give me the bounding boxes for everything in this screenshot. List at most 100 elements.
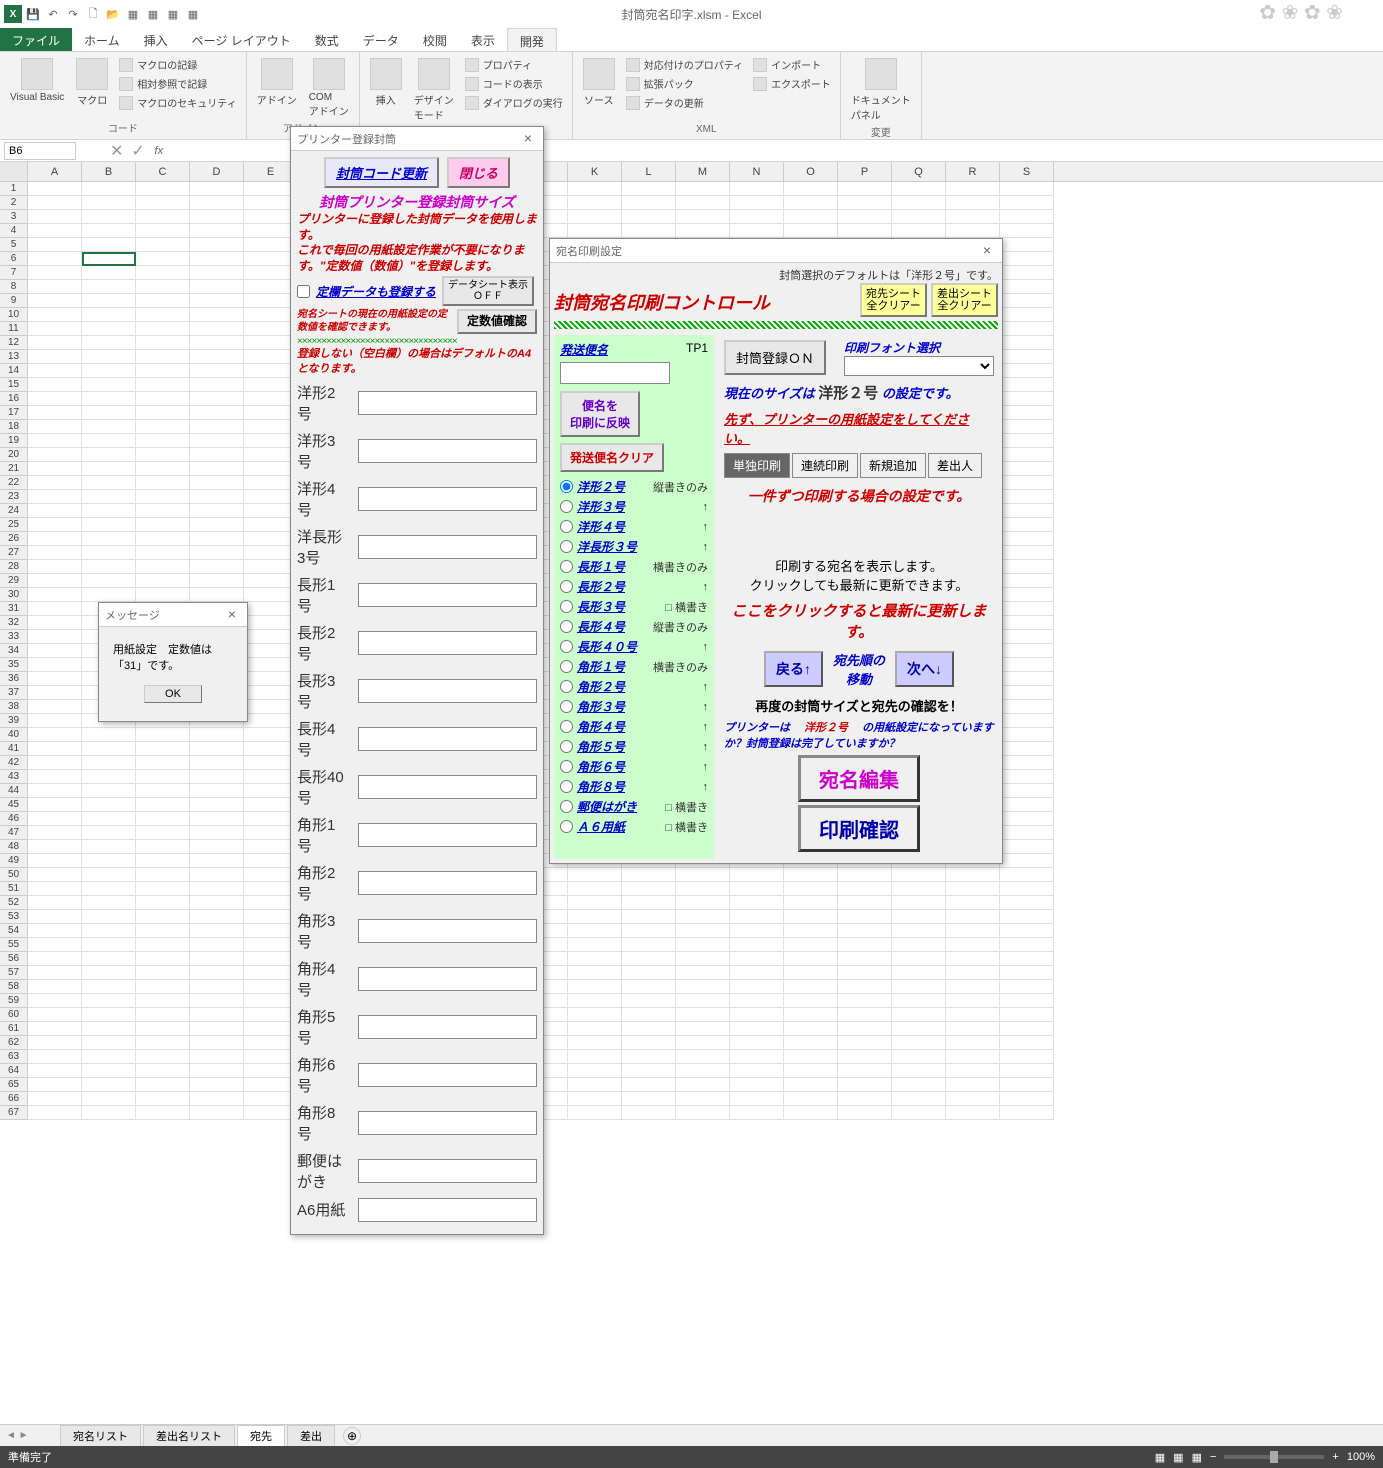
cell[interactable] xyxy=(892,896,946,910)
cell[interactable] xyxy=(82,462,136,476)
cell[interactable] xyxy=(892,182,946,196)
tab-data[interactable]: データ xyxy=(351,28,411,51)
cell[interactable] xyxy=(1000,1036,1054,1050)
clear-ate-button[interactable]: 宛先シート 全クリアー xyxy=(860,283,927,317)
cell[interactable] xyxy=(28,1022,82,1036)
cell[interactable] xyxy=(784,182,838,196)
cell[interactable] xyxy=(784,1036,838,1050)
cell[interactable] xyxy=(190,1078,244,1092)
envelope-radio[interactable] xyxy=(560,700,573,713)
row-header[interactable]: 37 xyxy=(0,686,28,700)
cell[interactable] xyxy=(838,882,892,896)
cell[interactable] xyxy=(1000,532,1054,546)
cell[interactable] xyxy=(136,420,190,434)
cell[interactable] xyxy=(1000,448,1054,462)
cell[interactable] xyxy=(1000,1050,1054,1064)
cell[interactable] xyxy=(136,546,190,560)
cell[interactable] xyxy=(82,448,136,462)
view-pagebreak-icon[interactable]: ▦ xyxy=(1192,1451,1202,1464)
cell[interactable] xyxy=(28,490,82,504)
cell[interactable] xyxy=(136,826,190,840)
cell[interactable] xyxy=(136,378,190,392)
cell[interactable] xyxy=(28,448,82,462)
cell[interactable] xyxy=(28,1078,82,1092)
cell[interactable] xyxy=(136,1078,190,1092)
cell[interactable] xyxy=(784,938,838,952)
row-header[interactable]: 46 xyxy=(0,812,28,826)
cell[interactable] xyxy=(568,1050,622,1064)
row-header[interactable]: 21 xyxy=(0,462,28,476)
cell[interactable] xyxy=(892,994,946,1008)
cell[interactable] xyxy=(622,952,676,966)
cell[interactable] xyxy=(136,462,190,476)
cell[interactable] xyxy=(190,784,244,798)
row-header[interactable]: 22 xyxy=(0,476,28,490)
envelope-radio[interactable] xyxy=(560,580,573,593)
cell[interactable] xyxy=(730,1022,784,1036)
qat-icon[interactable]: ▦ xyxy=(144,5,162,23)
cell[interactable] xyxy=(190,826,244,840)
cell[interactable] xyxy=(136,210,190,224)
cell[interactable] xyxy=(838,952,892,966)
cell[interactable] xyxy=(28,868,82,882)
cell[interactable] xyxy=(1000,910,1054,924)
cell[interactable] xyxy=(190,420,244,434)
cell[interactable] xyxy=(568,952,622,966)
envelope-radio[interactable] xyxy=(560,660,573,673)
column-header[interactable]: Q xyxy=(892,162,946,181)
register-on-button[interactable]: 封筒登録ＯＮ xyxy=(724,340,826,375)
cell[interactable] xyxy=(892,910,946,924)
row-header[interactable]: 55 xyxy=(0,938,28,952)
cell[interactable] xyxy=(190,294,244,308)
cell[interactable] xyxy=(946,938,1000,952)
cell[interactable] xyxy=(784,224,838,238)
open-icon[interactable]: 📂 xyxy=(104,5,122,23)
cell[interactable] xyxy=(82,294,136,308)
qat-icon[interactable]: ▦ xyxy=(184,5,202,23)
cell[interactable] xyxy=(1000,392,1054,406)
cell[interactable] xyxy=(946,910,1000,924)
cell[interactable] xyxy=(28,812,82,826)
cell[interactable] xyxy=(568,1064,622,1078)
cell[interactable] xyxy=(676,868,730,882)
envelope-radio[interactable] xyxy=(560,560,573,573)
cell[interactable] xyxy=(136,938,190,952)
cell[interactable] xyxy=(82,826,136,840)
cell[interactable] xyxy=(190,1092,244,1106)
dialog-titlebar[interactable]: 宛名印刷設定 × xyxy=(550,239,1002,263)
cell[interactable] xyxy=(82,392,136,406)
cell[interactable] xyxy=(190,910,244,924)
cell[interactable] xyxy=(1000,420,1054,434)
cell[interactable] xyxy=(676,896,730,910)
envelope-radio[interactable] xyxy=(560,820,573,833)
cell[interactable] xyxy=(946,966,1000,980)
column-header[interactable]: S xyxy=(1000,162,1054,181)
hassou-input[interactable] xyxy=(560,362,670,384)
column-header[interactable]: A xyxy=(28,162,82,181)
size-input[interactable] xyxy=(358,487,537,511)
cell[interactable] xyxy=(1000,308,1054,322)
cell[interactable] xyxy=(892,1078,946,1092)
cell[interactable] xyxy=(28,1036,82,1050)
cell[interactable] xyxy=(136,1064,190,1078)
size-input[interactable] xyxy=(358,583,537,607)
edit-button[interactable]: 宛名編集 xyxy=(798,755,920,802)
column-header[interactable]: C xyxy=(136,162,190,181)
zoom-level[interactable]: 100% xyxy=(1347,1451,1375,1463)
cell[interactable] xyxy=(730,196,784,210)
cell[interactable] xyxy=(190,882,244,896)
cell[interactable] xyxy=(838,924,892,938)
cell[interactable] xyxy=(82,910,136,924)
cell[interactable] xyxy=(838,1064,892,1078)
cell[interactable] xyxy=(1000,210,1054,224)
cell[interactable] xyxy=(28,910,82,924)
cell[interactable] xyxy=(28,336,82,350)
cell[interactable] xyxy=(28,1092,82,1106)
cell[interactable] xyxy=(136,728,190,742)
cell[interactable] xyxy=(730,980,784,994)
cell[interactable] xyxy=(1000,686,1054,700)
cell[interactable] xyxy=(622,910,676,924)
cell[interactable] xyxy=(190,504,244,518)
row-header[interactable]: 30 xyxy=(0,588,28,602)
cell[interactable] xyxy=(1000,924,1054,938)
